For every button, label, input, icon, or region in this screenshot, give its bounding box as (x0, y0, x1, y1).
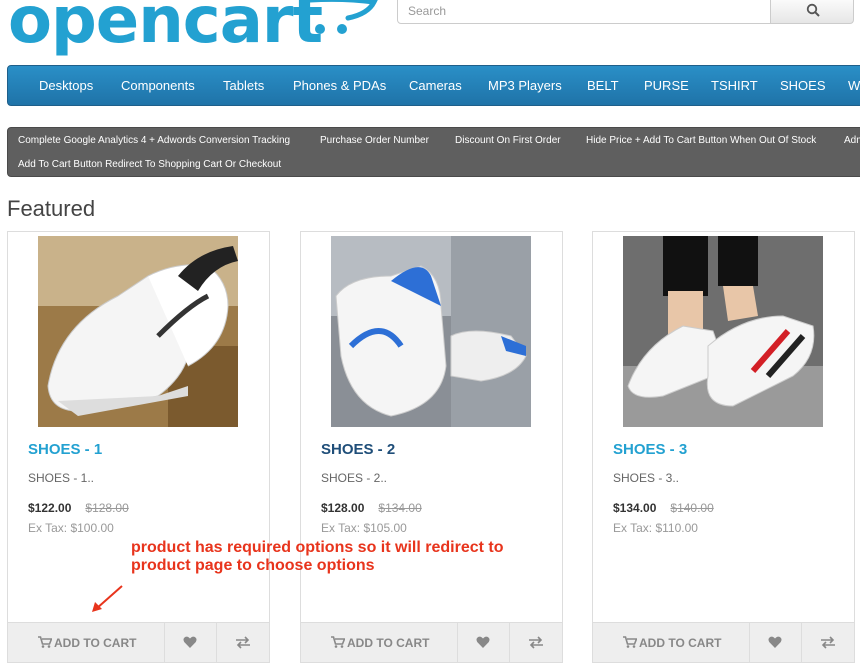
heart-icon (768, 636, 782, 648)
opencart-logo[interactable]: opencart (8, 0, 378, 56)
search-icon (806, 3, 820, 17)
add-to-cart-label: ADD TO CART (639, 636, 722, 650)
shopping-cart-icon (38, 636, 52, 648)
product-description: SHOES - 1.. (28, 471, 95, 485)
add-to-cart-button[interactable]: ADD TO CART (301, 623, 458, 663)
annotation-line-1: product has required options so it will … (131, 539, 504, 556)
product-description: SHOES - 3.. (613, 471, 680, 485)
link-hide-price[interactable]: Hide Price + Add To Cart Button When Out… (586, 135, 816, 146)
link-ga4[interactable]: Complete Google Analytics 4 + Adwords Co… (18, 135, 290, 146)
price-new: $134.00 (613, 501, 657, 515)
product-title[interactable]: SHOES - 2 (321, 441, 395, 458)
link-discount-first[interactable]: Discount On First Order (455, 135, 561, 146)
product-price: $134.00 $140.00 (613, 501, 714, 515)
product-price: $122.00 $128.00 (28, 501, 129, 515)
exchange-icon (821, 636, 835, 649)
menu-item-mp3[interactable]: MP3 Players (488, 78, 562, 93)
exchange-icon (529, 636, 543, 649)
product-price: $128.00 $134.00 (321, 501, 422, 515)
product-button-group: ADD TO CART (301, 622, 562, 663)
link-redirect-cart[interactable]: Add To Cart Button Redirect To Shopping … (18, 159, 281, 170)
price-old: $134.00 (378, 501, 422, 515)
compare-button[interactable] (217, 623, 269, 663)
menu-item-shoes[interactable]: SHOES (780, 78, 826, 93)
wishlist-button[interactable] (165, 623, 217, 663)
search-bar: Search (397, 0, 854, 24)
add-to-cart-label: ADD TO CART (54, 636, 137, 650)
price-ex-tax: Ex Tax: $110.00 (613, 521, 698, 535)
compare-button[interactable] (510, 623, 562, 663)
compare-button[interactable] (802, 623, 854, 663)
wishlist-button[interactable] (458, 623, 510, 663)
product-card: SHOES - 3 SHOES - 3.. $134.00 $140.00 Ex … (592, 231, 855, 663)
link-adm[interactable]: Adm (844, 135, 860, 146)
shopping-cart-icon (331, 636, 345, 648)
annotation-note: product has required options so it will … (131, 539, 571, 575)
annotation-arrow-icon (92, 585, 123, 612)
add-to-cart-label: ADD TO CART (347, 636, 430, 650)
logo-text: opencart (8, 0, 323, 58)
product-card: SHOES - 2 SHOES - 2.. $128.00 $134.00 Ex … (300, 231, 563, 663)
main-menu: Desktops Components Tablets Phones & PDA… (7, 65, 860, 106)
link-purchase-order[interactable]: Purchase Order Number (320, 135, 429, 146)
product-card: SHOES - 1 SHOES - 1.. $122.00 $128.00 Ex … (7, 231, 270, 663)
add-to-cart-button[interactable]: ADD TO CART (593, 623, 750, 663)
search-button[interactable] (770, 0, 854, 24)
price-ex-tax: Ex Tax: $105.00 (321, 521, 407, 535)
product-button-group: ADD TO CART (8, 622, 269, 663)
product-image[interactable] (331, 236, 531, 427)
search-input[interactable]: Search (397, 0, 771, 24)
cart-logo-icon (308, 0, 378, 34)
menu-item-belt[interactable]: BELT (587, 78, 619, 93)
extension-links-bar: Complete Google Analytics 4 + Adwords Co… (7, 127, 860, 177)
menu-item-components[interactable]: Components (121, 78, 195, 93)
menu-item-purse[interactable]: PURSE (644, 78, 689, 93)
heart-icon (476, 636, 490, 648)
product-title[interactable]: SHOES - 3 (613, 441, 687, 458)
product-button-group: ADD TO CART (593, 622, 854, 663)
product-title[interactable]: SHOES - 1 (28, 441, 102, 458)
heart-icon (183, 636, 197, 648)
menu-item-phones[interactable]: Phones & PDAs (293, 78, 386, 93)
menu-item-tshirt[interactable]: TSHIRT (711, 78, 758, 93)
menu-item-tablets[interactable]: Tablets (223, 78, 264, 93)
product-description: SHOES - 2.. (321, 471, 388, 485)
shopping-cart-icon (623, 636, 637, 648)
menu-item-cameras[interactable]: Cameras (409, 78, 462, 93)
product-image[interactable] (623, 236, 823, 427)
exchange-icon (236, 636, 250, 649)
menu-item-wa[interactable]: WA (848, 78, 860, 93)
price-new: $122.00 (28, 501, 72, 515)
product-image[interactable] (38, 236, 238, 427)
price-new: $128.00 (321, 501, 365, 515)
add-to-cart-button[interactable]: ADD TO CART (8, 623, 165, 663)
annotation-line-2: product page to choose options (131, 557, 375, 574)
price-old: $140.00 (670, 501, 714, 515)
price-old: $128.00 (85, 501, 129, 515)
wishlist-button[interactable] (750, 623, 802, 663)
menu-item-desktops[interactable]: Desktops (39, 78, 93, 93)
featured-heading: Featured (7, 196, 96, 221)
price-ex-tax: Ex Tax: $100.00 (28, 521, 114, 535)
